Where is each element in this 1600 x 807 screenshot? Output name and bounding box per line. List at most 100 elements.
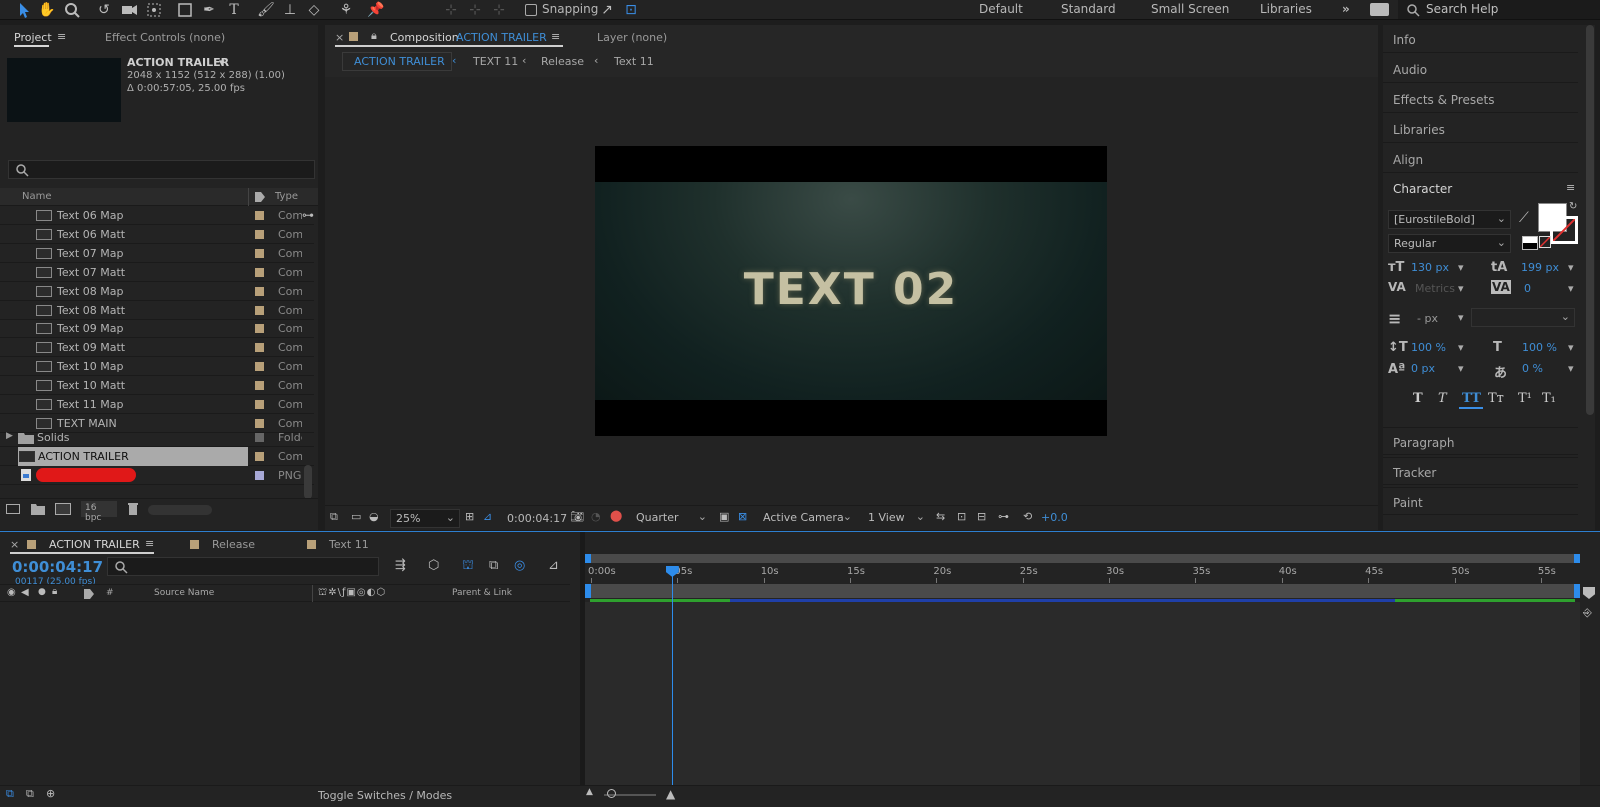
panel-info[interactable]: Info [1383,25,1578,53]
label-tag-icon[interactable] [254,191,266,203]
graph-editor-icon[interactable]: ⊿ [548,558,559,573]
reset-exposure-icon[interactable]: ⟲ [1023,510,1032,523]
label-swatch[interactable] [255,248,264,258]
region-of-interest-icon[interactable]: ▣ [719,510,729,523]
roto-brush-tool-icon[interactable]: ⚘ [337,1,355,19]
thumbnail-scroll[interactable] [148,505,212,515]
frame-blending-icon[interactable]: ⧉ [489,558,498,573]
label-swatch[interactable] [255,343,264,353]
workspace-small-screen[interactable]: Small Screen [1151,2,1229,16]
font-style-dropdown[interactable]: Regular ⌄ [1388,234,1511,253]
project-item[interactable]: Text 08 Matt Comp [0,301,314,320]
zoom-dropdown[interactable]: 25% ⌄ [390,509,460,528]
work-area-bar[interactable] [585,584,1580,598]
clone-stamp-tool-icon[interactable]: ⊥ [281,1,299,19]
search-help-field[interactable]: Search Help [1398,0,1600,19]
subscript-button[interactable]: T₁ [1542,391,1556,406]
tab-layer[interactable]: Layer (none) [597,31,667,44]
project-item[interactable]: Text 09 Matt Comp [0,338,314,358]
expand-layer-switches-icon[interactable]: ⧉ [6,787,14,801]
chevron-down-icon[interactable]: ▾ [1568,362,1574,375]
breadcrumb-text-11[interactable]: Text 11 [614,55,654,68]
no-color-icon[interactable] [1539,236,1551,248]
flowchart-icon[interactable]: ⊶ [998,510,1009,523]
view-axis-icon[interactable]: ⊹ [490,1,508,19]
fit-frame-icon[interactable]: ⊞ [465,510,474,523]
project-item[interactable]: Text 07 Matt Comp [0,263,314,282]
navigator-end-handle[interactable] [1574,554,1580,563]
selection-tool-icon[interactable] [15,1,33,19]
safe-zones-icon[interactable]: ⊿ [483,510,492,523]
lock-icon[interactable]: 🔒︎ [371,29,377,43]
column-source-name[interactable]: Source Name [154,588,214,598]
timeline-current-time[interactable]: 0:00:04:17 [12,558,103,576]
chevron-down-icon[interactable]: ▾ [1568,261,1574,274]
solo-switch-icon[interactable]: ● [38,587,46,597]
comp-button-icon[interactable]: ⎆ [1583,606,1592,620]
chevron-down-icon[interactable]: ▾ [1458,311,1464,324]
label-tag-icon[interactable] [83,588,95,600]
label-swatch[interactable] [255,471,264,480]
snap-edges-icon[interactable]: ↗ [598,1,616,19]
rectangle-tool-icon[interactable] [176,1,194,19]
rotate-tool-icon[interactable]: ↺ [95,1,113,19]
panel-effects-presets[interactable]: Effects & Presets [1383,85,1578,113]
panel-align[interactable]: Align [1383,145,1578,173]
comp-menu-icon[interactable]: ≡ [551,30,560,43]
faux-bold-button[interactable]: T [1413,391,1423,406]
column-layer-number[interactable]: # [106,588,114,598]
chevron-down-icon[interactable]: ▾ [1458,261,1464,274]
timeline-zoom-thumb[interactable] [607,789,616,798]
comp-tab-name[interactable]: ACTION TRAILER [456,31,547,44]
timeline-tab-text-11[interactable]: Text 11 [329,538,369,551]
toggle-pixel-aspect-icon[interactable]: ⇆ [936,510,945,523]
panel-paint[interactable]: Paint [1383,487,1578,515]
project-item[interactable]: Text 10 Matt Comp [0,376,314,396]
pan-behind-tool-icon[interactable] [145,1,163,19]
lock-switch-icon[interactable]: 🔒︎ [52,586,57,597]
camera-dropdown[interactable]: Active Camera ⌄ [758,509,856,528]
workspace-standard[interactable]: Standard [1061,2,1116,16]
time-graph-area[interactable] [585,602,1580,785]
snapping-checkbox[interactable] [525,4,537,16]
panel-paragraph[interactable]: Paragraph [1383,427,1578,455]
work-area-start-handle[interactable] [585,584,591,598]
font-size-value[interactable]: 130 px [1411,261,1449,274]
timeline-tab-action-trailer[interactable]: ACTION TRAILER [49,538,140,551]
baseline-shift-value[interactable]: 0 px [1411,362,1435,375]
world-axis-icon[interactable]: ⊹ [466,1,484,19]
label-swatch[interactable] [255,381,264,391]
label-swatch[interactable] [255,433,264,442]
label-swatch[interactable] [255,324,264,334]
zoom-in-icon[interactable]: ▲ [666,787,675,801]
workspace-libraries[interactable]: Libraries [1260,2,1312,16]
pen-tool-icon[interactable]: ✒ [200,1,218,19]
timeline-tab-release[interactable]: Release [212,538,255,551]
video-switch-icon[interactable]: ◉ [7,587,16,598]
brush-tool-icon[interactable]: 🖌 [257,1,275,19]
tracking-value[interactable]: 0 [1524,282,1531,295]
label-swatch[interactable] [255,267,264,277]
expand-arrow-icon[interactable]: ▶ [6,431,13,441]
column-parent-link[interactable]: Parent & Link [452,588,512,598]
comp-mini-flowchart-icon[interactable]: ⇶ [395,558,406,573]
flowchart-icon[interactable]: ⊶ [302,208,314,222]
workspace-editor-icon[interactable] [1370,3,1389,16]
show-snapshot-icon[interactable]: ◔ [591,510,601,523]
kerning-value[interactable]: Metrics [1415,282,1455,295]
breadcrumb-text-11-upper[interactable]: TEXT 11 [473,55,518,68]
trash-icon[interactable] [127,502,139,516]
label-swatch[interactable] [255,400,264,409]
chevron-down-icon[interactable]: ▾ [1458,282,1464,295]
resolution-dropdown[interactable]: Quarter ⌄ [631,509,711,528]
comp-info-dropdown-icon[interactable]: ▾ [219,56,225,69]
new-composition-icon[interactable] [55,503,71,515]
hand-tool-icon[interactable]: ✋ [38,1,56,19]
label-swatch[interactable] [255,418,264,428]
right-panel-scrollbar[interactable] [1586,25,1594,415]
close-timeline-tab-icon[interactable]: × [10,538,19,551]
column-type[interactable]: Type [275,191,298,202]
breadcrumb-action-trailer[interactable]: ACTION TRAILER [354,55,445,68]
character-menu-icon[interactable]: ≡ [1566,181,1575,194]
timeline-search-input[interactable] [107,557,379,576]
